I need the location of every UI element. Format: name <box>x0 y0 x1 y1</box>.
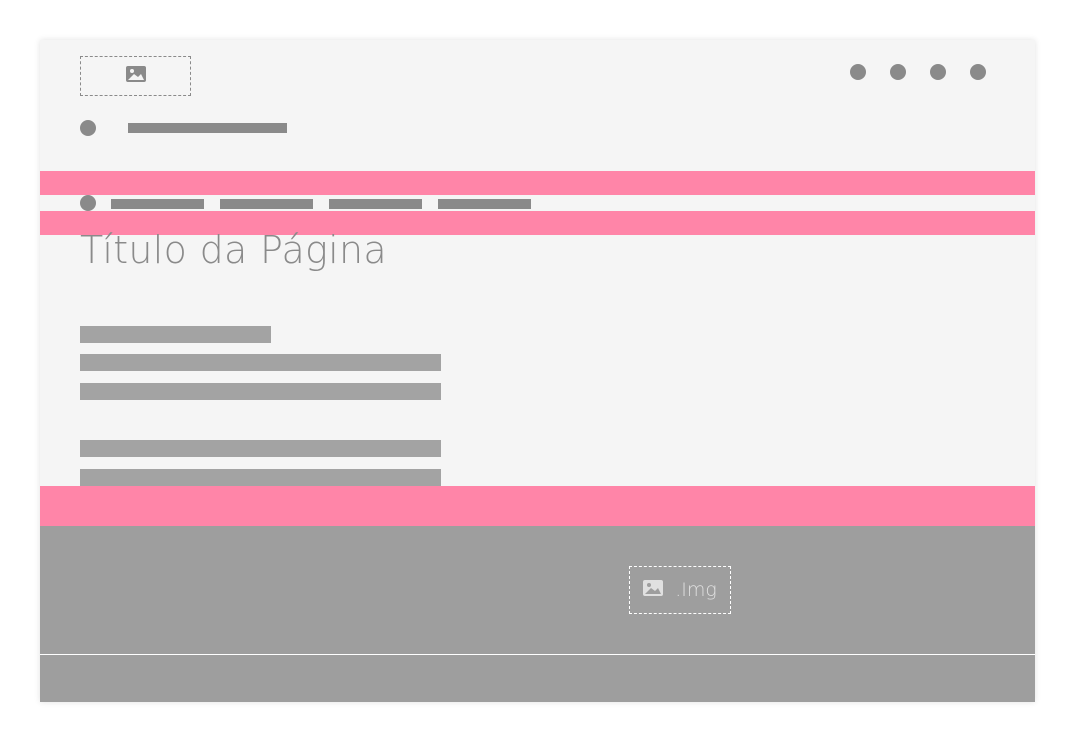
text-line-5 <box>80 469 441 486</box>
breadcrumb-home-icon[interactable] <box>80 195 96 211</box>
footer: .Img <box>40 526 1035 702</box>
image-icon <box>125 66 146 86</box>
highlight-band-top <box>40 171 1035 195</box>
text-line-3 <box>80 383 441 400</box>
nav-dot-2[interactable] <box>890 64 906 80</box>
page-title: Título da Página <box>80 228 387 272</box>
text-line-4 <box>80 440 441 457</box>
logo-placeholder[interactable] <box>80 56 191 96</box>
user-name-placeholder <box>128 123 287 133</box>
nav-dot-3[interactable] <box>930 64 946 80</box>
image-icon <box>643 580 664 600</box>
nav-dot-1[interactable] <box>850 64 866 80</box>
breadcrumb-item-1[interactable] <box>111 199 204 209</box>
text-line-2 <box>80 354 441 371</box>
highlight-band-bottom <box>40 486 1035 526</box>
footer-image-label: .Img <box>675 579 717 601</box>
wireframe-page: Título da Página .Img <box>40 40 1035 702</box>
avatar <box>80 120 96 136</box>
nav-dot-4[interactable] <box>970 64 986 80</box>
footer-image-placeholder[interactable]: .Img <box>629 566 731 614</box>
breadcrumb-item-2[interactable] <box>220 199 313 209</box>
footer-bottom-bar <box>40 655 1035 702</box>
breadcrumb <box>111 199 531 209</box>
header-nav <box>850 64 986 80</box>
breadcrumb-item-3[interactable] <box>329 199 422 209</box>
text-line-1 <box>80 326 271 343</box>
breadcrumb-item-4[interactable] <box>438 199 531 209</box>
